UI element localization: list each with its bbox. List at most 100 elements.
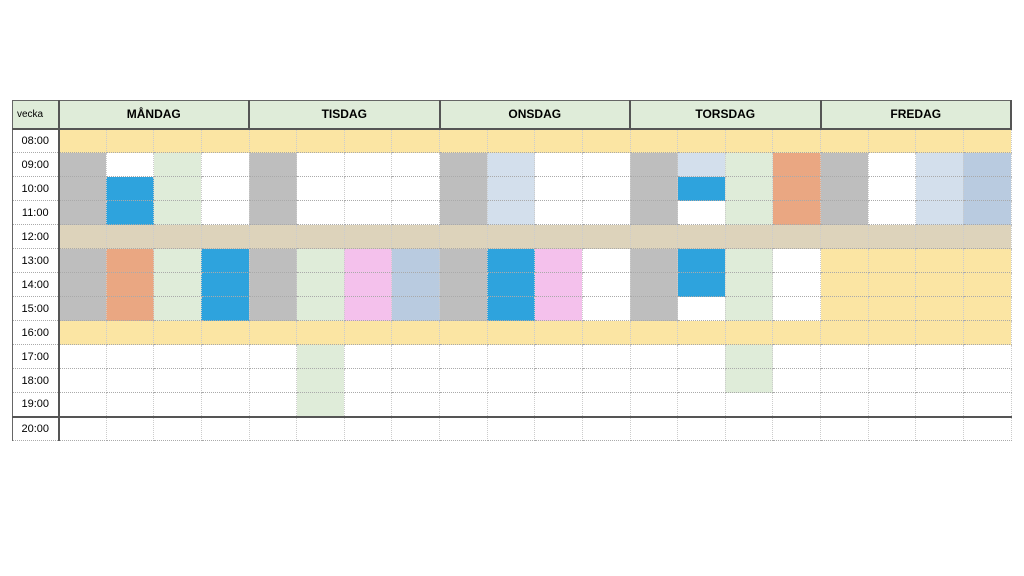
schedule-cell[interactable] [916, 417, 964, 441]
schedule-cell[interactable] [725, 297, 773, 321]
schedule-cell[interactable] [392, 273, 440, 297]
schedule-cell[interactable] [725, 273, 773, 297]
schedule-cell[interactable] [725, 369, 773, 393]
schedule-cell[interactable] [59, 345, 107, 369]
schedule-cell[interactable] [821, 393, 869, 417]
schedule-cell[interactable] [582, 345, 630, 369]
schedule-cell[interactable] [773, 297, 821, 321]
schedule-cell[interactable] [344, 297, 392, 321]
schedule-cell[interactable] [630, 201, 678, 225]
schedule-cell[interactable] [630, 225, 678, 249]
schedule-cell[interactable] [487, 177, 535, 201]
schedule-cell[interactable] [535, 273, 583, 297]
schedule-cell[interactable] [392, 249, 440, 273]
schedule-cell[interactable] [535, 201, 583, 225]
schedule-cell[interactable] [487, 417, 535, 441]
schedule-cell[interactable] [344, 129, 392, 153]
schedule-cell[interactable] [821, 417, 869, 441]
schedule-cell[interactable] [630, 417, 678, 441]
schedule-cell[interactable] [59, 201, 107, 225]
schedule-cell[interactable] [821, 345, 869, 369]
schedule-cell[interactable] [821, 249, 869, 273]
schedule-cell[interactable] [963, 201, 1011, 225]
schedule-cell[interactable] [297, 225, 345, 249]
schedule-cell[interactable] [582, 417, 630, 441]
schedule-cell[interactable] [963, 297, 1011, 321]
schedule-cell[interactable] [487, 201, 535, 225]
schedule-cell[interactable] [916, 321, 964, 345]
schedule-cell[interactable] [106, 393, 154, 417]
schedule-cell[interactable] [868, 177, 916, 201]
schedule-cell[interactable] [821, 297, 869, 321]
schedule-cell[interactable] [487, 345, 535, 369]
schedule-cell[interactable] [630, 297, 678, 321]
schedule-cell[interactable] [963, 153, 1011, 177]
schedule-cell[interactable] [678, 177, 726, 201]
schedule-cell[interactable] [249, 129, 297, 153]
schedule-cell[interactable] [201, 153, 249, 177]
schedule-cell[interactable] [344, 153, 392, 177]
schedule-cell[interactable] [535, 369, 583, 393]
schedule-cell[interactable] [535, 393, 583, 417]
schedule-cell[interactable] [154, 225, 202, 249]
schedule-cell[interactable] [297, 345, 345, 369]
schedule-cell[interactable] [297, 177, 345, 201]
schedule-cell[interactable] [201, 321, 249, 345]
schedule-cell[interactable] [582, 249, 630, 273]
schedule-cell[interactable] [725, 225, 773, 249]
schedule-cell[interactable] [201, 225, 249, 249]
schedule-cell[interactable] [963, 417, 1011, 441]
schedule-cell[interactable] [963, 393, 1011, 417]
schedule-cell[interactable] [630, 249, 678, 273]
schedule-cell[interactable] [868, 369, 916, 393]
schedule-cell[interactable] [201, 369, 249, 393]
schedule-cell[interactable] [725, 249, 773, 273]
schedule-cell[interactable] [630, 153, 678, 177]
schedule-cell[interactable] [297, 153, 345, 177]
schedule-cell[interactable] [344, 177, 392, 201]
schedule-cell[interactable] [678, 393, 726, 417]
schedule-cell[interactable] [297, 393, 345, 417]
schedule-cell[interactable] [154, 345, 202, 369]
schedule-cell[interactable] [392, 177, 440, 201]
schedule-cell[interactable] [106, 417, 154, 441]
schedule-cell[interactable] [344, 417, 392, 441]
schedule-cell[interactable] [201, 129, 249, 153]
schedule-cell[interactable] [106, 249, 154, 273]
schedule-cell[interactable] [487, 393, 535, 417]
schedule-cell[interactable] [868, 129, 916, 153]
schedule-cell[interactable] [535, 321, 583, 345]
schedule-cell[interactable] [630, 129, 678, 153]
schedule-cell[interactable] [963, 273, 1011, 297]
schedule-cell[interactable] [487, 297, 535, 321]
schedule-cell[interactable] [106, 369, 154, 393]
schedule-cell[interactable] [154, 393, 202, 417]
schedule-cell[interactable] [963, 345, 1011, 369]
schedule-cell[interactable] [725, 129, 773, 153]
schedule-cell[interactable] [963, 249, 1011, 273]
schedule-cell[interactable] [487, 153, 535, 177]
schedule-cell[interactable] [821, 273, 869, 297]
schedule-cell[interactable] [725, 417, 773, 441]
schedule-cell[interactable] [916, 177, 964, 201]
schedule-cell[interactable] [440, 225, 488, 249]
schedule-cell[interactable] [963, 225, 1011, 249]
schedule-cell[interactable] [868, 225, 916, 249]
schedule-cell[interactable] [535, 129, 583, 153]
schedule-cell[interactable] [106, 201, 154, 225]
schedule-cell[interactable] [868, 153, 916, 177]
schedule-cell[interactable] [201, 417, 249, 441]
schedule-cell[interactable] [535, 177, 583, 201]
schedule-cell[interactable] [154, 249, 202, 273]
schedule-cell[interactable] [773, 321, 821, 345]
schedule-cell[interactable] [487, 129, 535, 153]
schedule-cell[interactable] [725, 201, 773, 225]
schedule-cell[interactable] [106, 129, 154, 153]
schedule-cell[interactable] [440, 273, 488, 297]
schedule-cell[interactable] [725, 177, 773, 201]
schedule-cell[interactable] [963, 321, 1011, 345]
schedule-cell[interactable] [297, 297, 345, 321]
schedule-cell[interactable] [201, 249, 249, 273]
schedule-cell[interactable] [582, 129, 630, 153]
schedule-cell[interactable] [821, 321, 869, 345]
